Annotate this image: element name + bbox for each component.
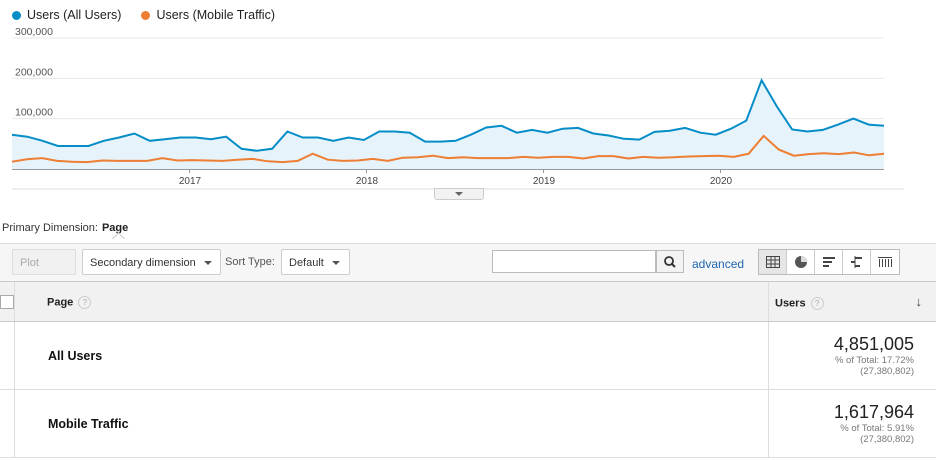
segment-name: All Users [48, 349, 103, 363]
legend-item-mobile-traffic[interactable]: Users (Mobile Traffic) [141, 8, 275, 22]
chevron-down-icon [203, 261, 212, 266]
table-search-input[interactable] [492, 250, 656, 273]
data-table: Page? Users? ↓ All Users 4,851,005 % of … [0, 281, 936, 458]
series-area-all-users [12, 80, 884, 169]
chart-legend: Users (All Users) Users (Mobile Traffic) [12, 8, 275, 22]
y-tick-label: 200,000 [15, 66, 53, 78]
users-cell: 1,617,964 % of Total: 5.91% (27,380,802) [834, 402, 914, 445]
users-value: 4,851,005 [833, 334, 914, 354]
sort-type-dropdown[interactable]: Default [281, 249, 350, 275]
x-tick-label: 2020 [710, 176, 733, 187]
site-total: (27,380,802) [860, 434, 914, 445]
users-value: 1,617,964 [833, 402, 914, 422]
users-cell: 4,851,005 % of Total: 17.72% (27,380,802… [834, 334, 914, 377]
primary-dimension: Primary Dimension: Page [2, 222, 128, 245]
site-total: (27,380,802) [860, 366, 914, 377]
y-tick-label: 100,000 [15, 107, 53, 119]
chevron-down-icon [331, 261, 340, 266]
sort-descending-icon[interactable]: ↓ [916, 294, 923, 309]
series-dot-icon [141, 10, 151, 20]
series-dot-icon [12, 10, 21, 20]
column-header-users[interactable]: Users? [775, 297, 824, 310]
percent-of-total: % of Total: 5.91% [840, 423, 914, 434]
y-tick-label: 300,000 [15, 28, 53, 38]
performance-view-icon[interactable] [815, 250, 843, 274]
x-tick-label: 2018 [356, 176, 379, 187]
sort-type-label: Sort Type: [225, 256, 275, 268]
help-icon[interactable]: ? [810, 297, 824, 310]
table-toolbar: Plot Rows Secondary dimension Sort Type:… [0, 243, 936, 295]
comparison-view-icon[interactable] [843, 250, 871, 274]
secondary-dimension-dropdown[interactable]: Secondary dimension [82, 249, 221, 275]
table-header: Page? Users? ↓ [0, 281, 936, 322]
table-row: All Users 4,851,005 % of Total: 17.72% (… [0, 322, 936, 390]
secondary-dimension-label: Secondary dimension [90, 257, 196, 269]
table-view-icon[interactable] [759, 250, 787, 274]
legend-label: Users (Mobile Traffic) [156, 8, 275, 22]
primary-dimension-label: Primary Dimension: [2, 222, 98, 234]
pie-view-icon[interactable] [787, 250, 815, 274]
help-icon[interactable]: ? [78, 296, 92, 309]
users-line-chart: 300,000 200,000 100,000 2017 2018 2019 2020 [11, 28, 904, 190]
chart-collapse-handle[interactable] [434, 188, 484, 200]
sort-type-value: Default [289, 257, 324, 269]
x-tick-label: 2019 [533, 176, 556, 187]
percent-of-total: % of Total: 17.72% [834, 355, 914, 366]
primary-dimension-value[interactable]: Page [102, 222, 128, 234]
legend-item-all-users[interactable]: Users (All Users) [12, 8, 121, 22]
table-row: Mobile Traffic 1,617,964 % of Total: 5.9… [0, 390, 936, 458]
select-all-checkbox[interactable] [0, 295, 14, 309]
segment-name: Mobile Traffic [48, 417, 129, 431]
search-icon [664, 256, 676, 268]
column-header-page[interactable]: Page? [47, 296, 92, 309]
legend-label: Users (All Users) [27, 8, 122, 22]
advanced-filter-link[interactable]: advanced [692, 257, 744, 271]
plot-rows-button[interactable]: Plot Rows [12, 249, 76, 295]
search-button[interactable] [656, 250, 684, 273]
pivot-view-icon[interactable] [871, 250, 899, 274]
view-switcher [758, 249, 900, 275]
x-tick-label: 2017 [179, 176, 202, 187]
